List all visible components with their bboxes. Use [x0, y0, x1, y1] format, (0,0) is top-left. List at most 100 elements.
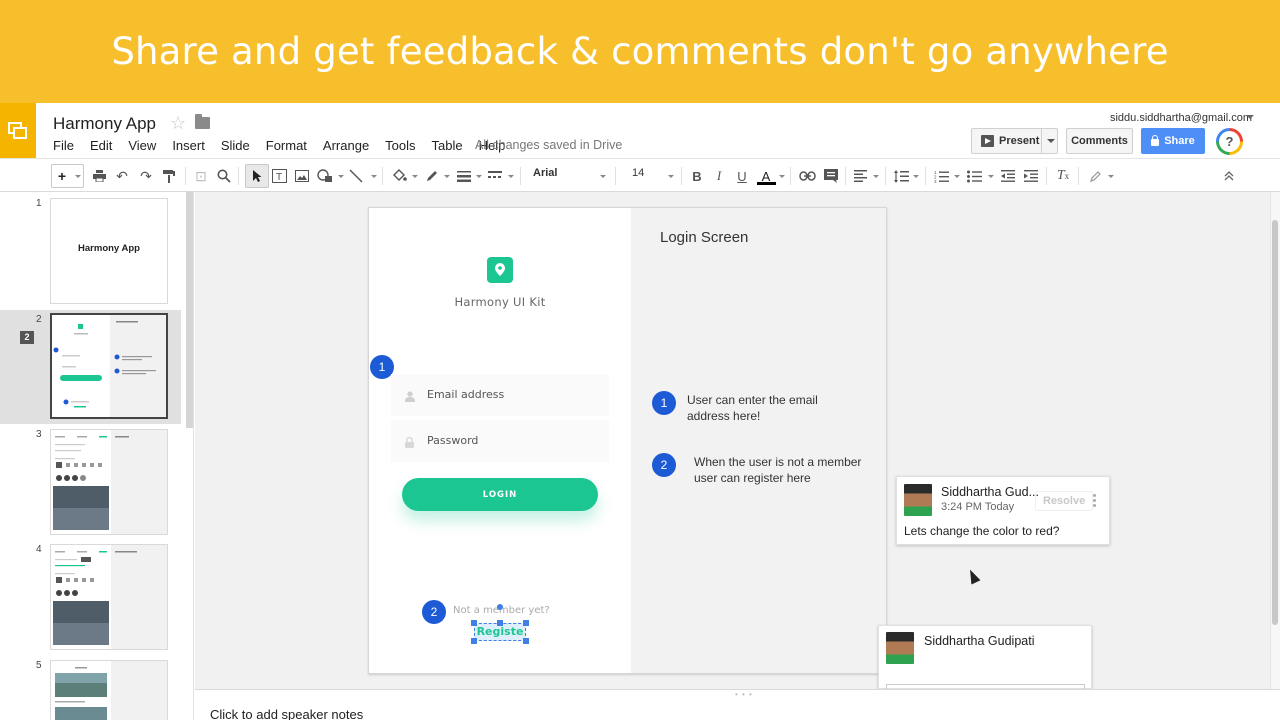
slide-thumbnail[interactable]	[50, 544, 168, 650]
slide-thumbnail[interactable]	[50, 429, 168, 535]
menu-view[interactable]: View	[128, 138, 156, 153]
font-family-select[interactable]: Arial	[533, 167, 557, 179]
star-icon[interactable]: ☆	[170, 113, 186, 134]
line-caret-icon[interactable]	[371, 175, 377, 178]
slide-thumb-row-selected[interactable]: 2 2	[0, 310, 181, 424]
italic-button[interactable]: I	[712, 167, 726, 185]
fill-caret-icon[interactable]	[412, 175, 418, 178]
zoom-icon[interactable]	[216, 167, 232, 185]
canvas-scrollbar[interactable]	[1272, 220, 1278, 625]
slides-logo-icon[interactable]	[0, 103, 36, 158]
increase-indent-icon[interactable]	[1023, 167, 1039, 185]
save-status[interactable]: All changes saved in Drive	[475, 138, 622, 152]
pencil-caret-icon[interactable]	[1108, 175, 1114, 178]
speaker-notes[interactable]: • • • Click to add speaker notes	[195, 689, 1280, 720]
border-weight-caret-icon[interactable]	[476, 175, 482, 178]
menu-arrange[interactable]: Arrange	[323, 138, 369, 153]
align-icon[interactable]	[852, 167, 868, 185]
present-dropdown-icon[interactable]	[1047, 139, 1055, 143]
slide-thumb-row[interactable]: 5	[0, 656, 181, 720]
fill-color-icon[interactable]	[391, 167, 407, 185]
slide-thumb-row[interactable]: 1 Harmony App	[0, 192, 181, 308]
slide-thumb-row[interactable]: 3	[0, 428, 181, 538]
avatar	[904, 484, 932, 516]
current-slide[interactable]: Harmony UI Kit 1 Email address Password …	[368, 207, 887, 674]
login-button[interactable]: LOGIN	[402, 478, 598, 511]
fit-icon[interactable]: ⊡	[193, 167, 209, 185]
line-icon[interactable]	[348, 167, 364, 185]
resize-handle[interactable]	[471, 638, 477, 644]
comment-more-icon[interactable]	[1093, 494, 1096, 509]
clear-formatting-icon[interactable]: Tx	[1055, 167, 1071, 185]
resolve-button[interactable]: Resolve	[1035, 491, 1094, 511]
link-icon[interactable]	[798, 167, 816, 185]
comment-thread[interactable]: Siddhartha Gud... 3:24 PM Today Resolve …	[896, 476, 1110, 545]
account-caret-icon[interactable]	[1246, 115, 1254, 119]
font-size-caret-icon[interactable]	[668, 175, 674, 178]
slide-thumbnail[interactable]: Harmony App	[50, 198, 168, 304]
print-icon[interactable]	[92, 167, 106, 185]
menu-slide[interactable]: Slide	[221, 138, 250, 153]
share-button[interactable]: Share	[1141, 128, 1205, 154]
border-dash-icon[interactable]	[487, 167, 503, 185]
menu-table[interactable]: Table	[432, 138, 463, 153]
menu-edit[interactable]: Edit	[90, 138, 112, 153]
document-title[interactable]: Harmony App	[53, 114, 156, 134]
resize-handle[interactable]	[523, 638, 529, 644]
filmstrip-scrollbar[interactable]	[186, 192, 193, 428]
border-dash-caret-icon[interactable]	[508, 175, 514, 178]
new-slide-caret-icon[interactable]	[75, 175, 81, 178]
undo-icon[interactable]: ↶	[115, 167, 129, 185]
notes-resize-handle[interactable]: • • •	[735, 690, 753, 699]
new-comment-card[interactable]: Siddhartha Gudipati	[878, 625, 1092, 694]
menu-file[interactable]: File	[53, 138, 74, 153]
border-weight-icon[interactable]	[456, 167, 472, 185]
thumb-preview	[51, 545, 167, 649]
slide-thumb-row[interactable]: 4	[0, 542, 181, 652]
bulleted-list-caret-icon[interactable]	[988, 175, 994, 178]
login-mockup: Harmony UI Kit 1 Email address Password …	[369, 208, 631, 673]
resize-handle[interactable]	[523, 620, 529, 626]
bulleted-list-icon[interactable]	[966, 167, 982, 185]
comments-button[interactable]: Comments	[1066, 128, 1133, 154]
paint-format-icon[interactable]	[162, 167, 176, 185]
align-caret-icon[interactable]	[873, 175, 879, 178]
marker-2[interactable]: 2	[422, 600, 446, 624]
menu-tools[interactable]: Tools	[385, 138, 415, 153]
pencil-icon[interactable]	[1088, 167, 1104, 185]
shape-icon[interactable]	[316, 167, 334, 185]
password-field[interactable]: Password	[391, 420, 609, 462]
redo-icon[interactable]: ↷	[139, 167, 153, 185]
numbered-list-caret-icon[interactable]	[954, 175, 960, 178]
text-color-caret-icon[interactable]	[779, 175, 785, 178]
menu-format[interactable]: Format	[266, 138, 307, 153]
border-color-caret-icon[interactable]	[444, 175, 450, 178]
line-spacing-caret-icon[interactable]	[913, 175, 919, 178]
resize-handle[interactable]	[497, 620, 503, 626]
image-icon[interactable]	[294, 167, 310, 185]
email-field[interactable]: Email address	[391, 374, 609, 416]
decrease-indent-icon[interactable]	[1000, 167, 1016, 185]
menu-insert[interactable]: Insert	[172, 138, 205, 153]
shape-caret-icon[interactable]	[338, 175, 344, 178]
text-box-icon[interactable]: T	[271, 167, 287, 185]
comment-add-icon[interactable]	[823, 167, 839, 185]
slide-thumbnail[interactable]	[50, 313, 168, 419]
line-spacing-icon[interactable]	[893, 167, 909, 185]
collapse-toolbar-icon[interactable]	[1221, 167, 1237, 185]
resize-handle[interactable]	[471, 620, 477, 626]
speaker-notes-placeholder[interactable]: Click to add speaker notes	[210, 707, 363, 720]
folder-icon[interactable]	[195, 114, 210, 129]
border-color-icon[interactable]	[424, 167, 440, 185]
slide-thumbnail[interactable]	[50, 660, 168, 720]
present-button[interactable]: Present	[971, 128, 1058, 154]
account-email[interactable]: siddu.siddhartha@gmail.com	[1110, 112, 1252, 124]
underline-button[interactable]: U	[735, 167, 749, 185]
help-icon[interactable]: ?	[1216, 128, 1243, 155]
current-slide-badge: 2	[20, 331, 34, 344]
font-size-select[interactable]: 14	[632, 167, 644, 179]
numbered-list-icon[interactable]: 123	[933, 167, 949, 185]
font-family-caret-icon[interactable]	[600, 175, 606, 178]
bold-button[interactable]: B	[690, 167, 704, 185]
rotate-handle[interactable]	[497, 604, 503, 610]
